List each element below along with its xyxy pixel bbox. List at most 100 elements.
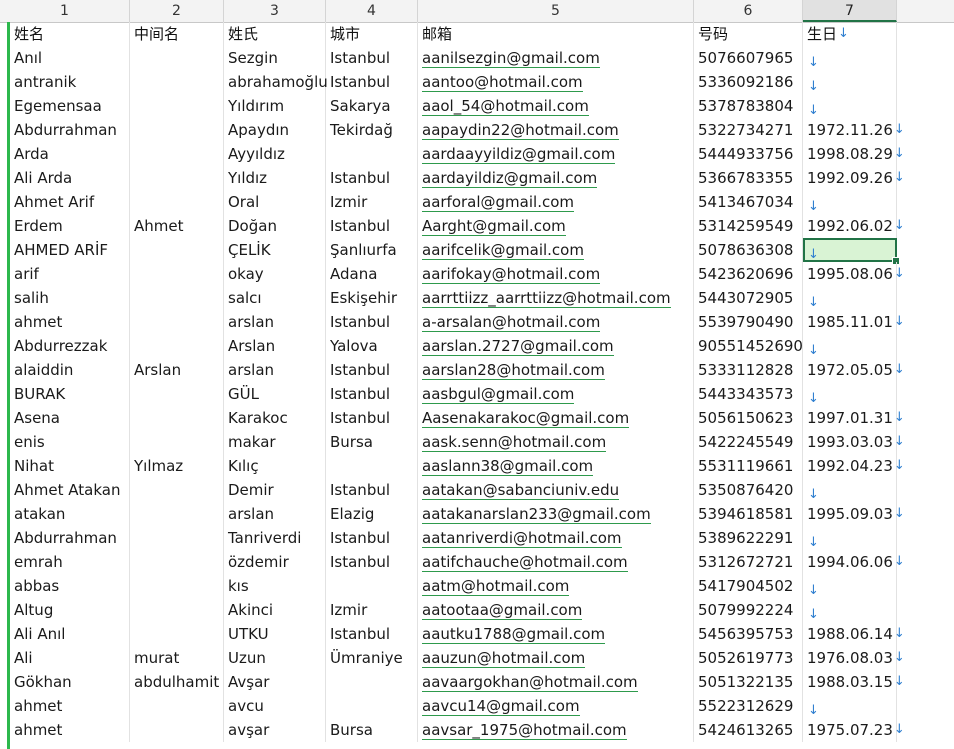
cell-phone[interactable]: 5314259549: [694, 214, 803, 238]
cell-birthday[interactable]: 1976.08.03 ↓: [803, 646, 905, 670]
cell-name[interactable]: AHMED ARİF: [0, 238, 130, 262]
cell-surname[interactable]: UTKU: [224, 622, 326, 646]
cell-city[interactable]: Bursa: [326, 718, 418, 742]
cell-surname[interactable]: özdemir: [224, 550, 326, 574]
cell-email[interactable]: aaol_54@hotmail.com: [418, 94, 694, 118]
cell-middle[interactable]: [130, 46, 224, 70]
cell-birthday[interactable]: ↓: [803, 382, 897, 406]
email-link[interactable]: aardaayyildiz@gmail.com: [422, 145, 616, 164]
cell-surname[interactable]: ÇELİK: [224, 238, 326, 262]
email-link[interactable]: Aasenakarakoc@gmail.com: [422, 409, 630, 428]
cell-city[interactable]: Şanlıurfa: [326, 238, 418, 262]
email-link[interactable]: aarifokay@hotmail.com: [422, 265, 601, 284]
cell-phone[interactable]: 5413467034: [694, 190, 803, 214]
empty-cell[interactable]: [897, 598, 954, 622]
cell-email[interactable]: aavaargokhan@hotmail.com: [418, 670, 694, 694]
empty-cell[interactable]: [897, 694, 954, 718]
cell-name[interactable]: Abdurrahman: [0, 118, 130, 142]
cell-name[interactable]: Abdurrezzak: [0, 334, 130, 358]
cell-middle[interactable]: [130, 118, 224, 142]
empty-cell[interactable]: [897, 94, 954, 118]
empty-cell[interactable]: [897, 262, 954, 286]
cell-phone[interactable]: 5424613265: [694, 718, 803, 742]
cell-email[interactable]: aarslan.2727@gmail.com: [418, 334, 694, 358]
cell-birthday[interactable]: 1975.07.23 ↓: [803, 718, 905, 742]
cell-name[interactable]: ahmet: [0, 310, 130, 334]
email-link[interactable]: aasbgul@gmail.com: [422, 385, 575, 404]
cell-city[interactable]: Istanbul: [326, 46, 418, 70]
empty-cell[interactable]: [897, 310, 954, 334]
cell-middle[interactable]: Arslan: [130, 358, 224, 382]
cell-birthday[interactable]: ↓: [803, 238, 900, 265]
cell-name[interactable]: Ahmet Atakan: [0, 478, 130, 502]
cell-email[interactable]: aanilsezgin@gmail.com: [418, 46, 694, 70]
cell-email[interactable]: aardaayyildiz@gmail.com: [418, 142, 694, 166]
cell-city[interactable]: Istanbul: [326, 214, 418, 238]
empty-cell[interactable]: [897, 70, 954, 94]
cell-city[interactable]: Istanbul: [326, 166, 418, 190]
email-link[interactable]: aantoo@hotmail.com: [422, 73, 583, 92]
cell-city[interactable]: Istanbul: [326, 406, 418, 430]
cell-birthday[interactable]: ↓: [803, 334, 897, 358]
cell-phone[interactable]: 5443072905: [694, 286, 803, 310]
cell-birthday[interactable]: 1988.03.15 ↓: [803, 670, 905, 694]
cell-city[interactable]: Adana: [326, 262, 418, 286]
cell-surname[interactable]: Tanriverdi: [224, 526, 326, 550]
cell-birthday[interactable]: 1972.05.05 ↓: [803, 358, 905, 382]
cell-name[interactable]: Anıl: [0, 46, 130, 70]
cell-phone[interactable]: 5378783804: [694, 94, 803, 118]
cell-middle[interactable]: [130, 574, 224, 598]
email-link[interactable]: Aarght@gmail.com: [422, 217, 566, 236]
cell-city[interactable]: [326, 670, 418, 694]
empty-cell[interactable]: [897, 574, 954, 598]
cell-phone[interactable]: 5444933756: [694, 142, 803, 166]
cell-email[interactable]: aaslann38@gmail.com: [418, 454, 694, 478]
cell-name[interactable]: Arda: [0, 142, 130, 166]
column-header-6[interactable]: 6: [694, 0, 803, 22]
cell-phone[interactable]: 5539790490: [694, 310, 803, 334]
email-link[interactable]: aatootaa@gmail.com: [422, 601, 583, 620]
cell-middle[interactable]: [130, 622, 224, 646]
cell-surname[interactable]: kıs: [224, 574, 326, 598]
column-header-2[interactable]: 2: [130, 0, 224, 22]
email-link[interactable]: aarforal@gmail.com: [422, 193, 574, 212]
cell-surname[interactable]: Arslan: [224, 334, 326, 358]
email-link[interactable]: aardayildiz@gmail.com: [422, 169, 598, 188]
empty-cell[interactable]: [897, 142, 954, 166]
cell-surname[interactable]: arslan: [224, 358, 326, 382]
cell-birthday[interactable]: ↓: [803, 574, 897, 598]
cell-email[interactable]: Aasenakarakoc@gmail.com: [418, 406, 694, 430]
empty-cell[interactable]: [897, 478, 954, 502]
cell-phone[interactable]: 5531119661: [694, 454, 803, 478]
cell-phone[interactable]: 5423620696: [694, 262, 803, 286]
cell-city[interactable]: [326, 694, 418, 718]
header-name[interactable]: 姓名: [0, 22, 130, 46]
empty-cell[interactable]: [897, 646, 954, 670]
cell-name[interactable]: Erdem: [0, 214, 130, 238]
email-link[interactable]: aavcu14@gmail.com: [422, 697, 580, 716]
cell-name[interactable]: Ali Anıl: [0, 622, 130, 646]
cell-phone[interactable]: 5350876420: [694, 478, 803, 502]
cell-surname[interactable]: avcu: [224, 694, 326, 718]
cell-phone[interactable]: 5322734271: [694, 118, 803, 142]
email-link[interactable]: aaol_54@hotmail.com: [422, 97, 589, 116]
empty-cell[interactable]: [897, 550, 954, 574]
cell-name[interactable]: ahmet: [0, 694, 130, 718]
empty-cell[interactable]: [897, 430, 954, 454]
cell-city[interactable]: [326, 574, 418, 598]
cell-birthday[interactable]: 1994.06.06 ↓: [803, 550, 905, 574]
cell-middle[interactable]: [130, 286, 224, 310]
cell-city[interactable]: Istanbul: [326, 358, 418, 382]
cell-name[interactable]: Asena: [0, 406, 130, 430]
cell-middle[interactable]: Ahmet: [130, 214, 224, 238]
email-link[interactable]: aatakanarslan233@gmail.com: [422, 505, 651, 524]
cell-email[interactable]: aasbgul@gmail.com: [418, 382, 694, 406]
cell-surname[interactable]: Demir: [224, 478, 326, 502]
cell-city[interactable]: Istanbul: [326, 382, 418, 406]
cell-birthday[interactable]: ↓: [803, 286, 897, 310]
cell-middle[interactable]: [130, 550, 224, 574]
cell-birthday[interactable]: ↓: [803, 526, 897, 550]
cell-phone[interactable]: 5056150623: [694, 406, 803, 430]
cell-name[interactable]: emrah: [0, 550, 130, 574]
header-birthday[interactable]: 生日 ↓: [803, 22, 897, 46]
